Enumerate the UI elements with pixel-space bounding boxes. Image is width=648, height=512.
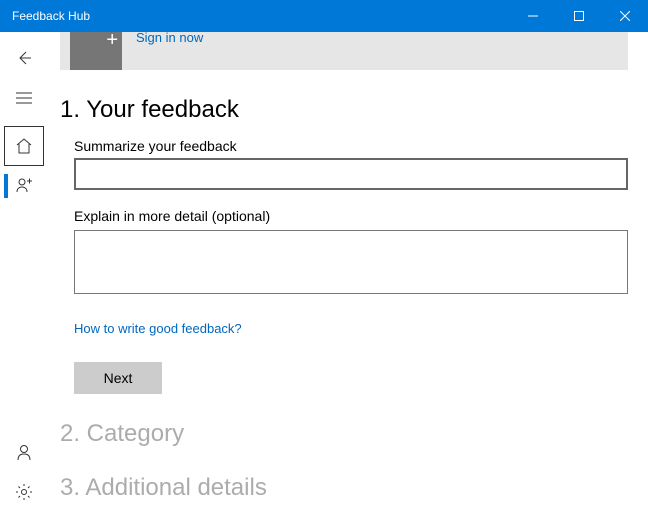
back-icon (15, 49, 33, 67)
close-button[interactable] (602, 0, 648, 32)
step3-heading: 3. Additional details (60, 474, 628, 502)
gear-icon (15, 483, 33, 501)
nav-account[interactable] (4, 432, 44, 472)
home-icon (15, 137, 33, 155)
back-button[interactable] (4, 38, 44, 78)
plus-icon: + (106, 32, 118, 50)
maximize-icon (574, 11, 584, 21)
summary-label: Summarize your feedback (74, 138, 628, 154)
step1-heading: 1. Your feedback (60, 96, 628, 124)
person-icon (15, 443, 33, 461)
next-button[interactable]: Next (74, 362, 162, 394)
signin-avatar[interactable]: + (70, 32, 122, 70)
window-controls (510, 0, 648, 32)
minimize-button[interactable] (510, 0, 556, 32)
detail-label: Explain in more detail (optional) (74, 208, 628, 224)
feedback-icon (15, 177, 33, 195)
summary-input[interactable] (74, 158, 628, 190)
sidebar (0, 32, 48, 512)
help-link[interactable]: How to write good feedback? (74, 321, 242, 336)
minimize-icon (528, 11, 538, 21)
nav-home[interactable] (4, 126, 44, 166)
signin-link[interactable]: Sign in now (136, 32, 203, 45)
title-bar: Feedback Hub (0, 0, 648, 32)
nav-settings[interactable] (4, 472, 44, 512)
nav-feedback[interactable] (4, 166, 44, 206)
maximize-button[interactable] (556, 0, 602, 32)
app-title: Feedback Hub (0, 9, 90, 23)
step2-heading: 2. Category (60, 420, 628, 448)
close-icon (620, 11, 630, 21)
hamburger-icon (16, 92, 32, 104)
detail-input[interactable] (74, 230, 628, 294)
menu-button[interactable] (4, 78, 44, 118)
main-content: + Sign in now 1. Your feedback Summarize… (48, 32, 648, 512)
signin-banner: + Sign in now (60, 32, 628, 70)
